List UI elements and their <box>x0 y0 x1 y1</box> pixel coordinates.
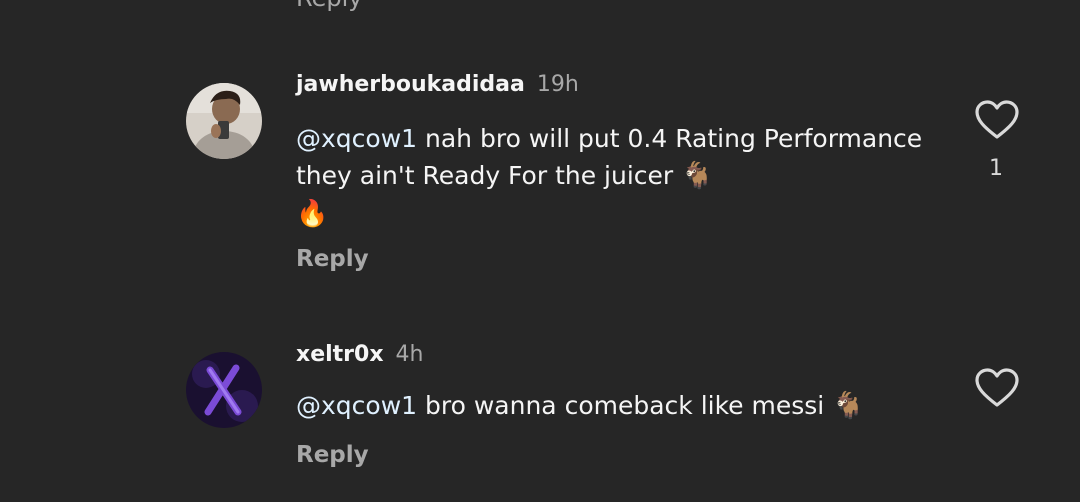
like-button[interactable] <box>974 367 1020 409</box>
mention-link[interactable]: @xqcow1 <box>296 391 417 420</box>
username[interactable]: xeltr0x <box>296 342 384 367</box>
fire-emoji: 🔥 <box>296 199 329 229</box>
username[interactable]: jawherboukadidaa <box>296 72 525 97</box>
comment-meta: jawherboukadidaa 19h <box>296 70 579 100</box>
mention-link[interactable]: @xqcow1 <box>296 124 417 153</box>
goat-emoji: 🐐 <box>681 161 714 191</box>
comment-meta: xeltr0x 4h <box>296 340 423 370</box>
heart-outline-icon <box>975 368 1019 407</box>
like-button[interactable] <box>974 99 1020 141</box>
goat-emoji: 🐐 <box>832 391 865 421</box>
heart-outline-icon <box>975 100 1019 139</box>
comment-text: @xqcow1 bro wanna comeback like messi 🐐 <box>296 387 936 425</box>
timestamp: 4h <box>395 342 424 367</box>
comment-text: @xqcow1 nah bro will put 0.4 Rating Perf… <box>296 120 936 233</box>
reply-button[interactable]: Reply <box>296 246 369 272</box>
like-count: 1 <box>989 156 1003 181</box>
previous-reply-button[interactable]: Reply <box>296 0 362 12</box>
comments-screen: Reply jawherboukadidaa 19h @xqcow1 nah br… <box>0 0 1080 502</box>
avatar[interactable] <box>186 352 262 428</box>
avatar[interactable] <box>186 83 262 159</box>
timestamp: 19h <box>536 72 579 97</box>
reply-button[interactable]: Reply <box>296 442 369 468</box>
comment-body-text: bro wanna comeback like messi <box>417 391 833 420</box>
